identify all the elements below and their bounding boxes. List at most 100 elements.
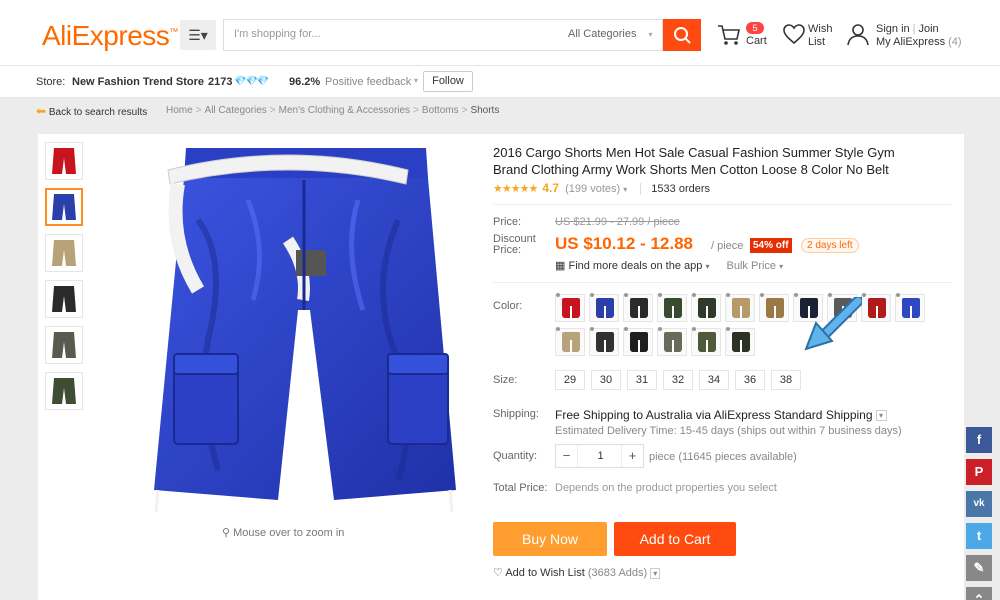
thumbnail-list xyxy=(45,142,83,418)
find-deals-link[interactable]: Find more deals on the app xyxy=(568,260,702,272)
wish-label-2: List xyxy=(808,36,826,48)
orders-count: 1533 orders xyxy=(640,183,711,195)
product-thumbnail[interactable] xyxy=(45,142,83,180)
bulk-price-link[interactable]: Bulk Price ▾ xyxy=(727,260,784,272)
join-link[interactable]: Join xyxy=(919,23,939,35)
color-swatch[interactable] xyxy=(555,327,585,356)
size-label: Size: xyxy=(493,374,518,386)
category-select[interactable]: All Categories ▾ xyxy=(568,28,653,40)
stock-note: piece (11645 pieces available) xyxy=(649,451,797,463)
pinterest-share-icon[interactable]: P xyxy=(966,459,992,485)
chevron-down-icon: ▾ xyxy=(648,30,653,39)
vk-share-icon[interactable]: vk xyxy=(966,491,992,517)
feedback-label: Positive feedback xyxy=(325,76,412,88)
back-to-top-icon[interactable]: ⌃ xyxy=(966,587,992,600)
product-thumbnail[interactable] xyxy=(45,234,83,272)
color-swatch[interactable] xyxy=(691,327,721,356)
follow-button[interactable]: Follow xyxy=(423,71,473,92)
color-swatch[interactable] xyxy=(623,327,653,356)
size-option[interactable]: 38 xyxy=(771,370,801,390)
search-button[interactable] xyxy=(663,19,701,51)
shorts-thumbnail-image xyxy=(52,148,76,174)
shorts-thumbnail-image xyxy=(52,378,76,404)
votes-link[interactable]: (199 votes) ▾ xyxy=(565,183,627,195)
color-swatch[interactable] xyxy=(691,293,721,322)
crumb-shorts[interactable]: Shorts xyxy=(470,105,499,116)
social-share-bar: f P vk t ✎ ⌃ xyxy=(966,427,992,600)
cart-link[interactable]: 5 Cart xyxy=(716,22,776,52)
facebook-share-icon[interactable]: f xyxy=(966,427,992,453)
color-swatch[interactable] xyxy=(555,293,585,322)
heart-icon xyxy=(783,24,805,45)
size-options: 29 30 31 32 34 36 38 xyxy=(555,370,807,390)
shorts-thumbnail-image xyxy=(52,286,76,312)
feedback-percent: 96.2% xyxy=(289,76,321,88)
wish-list-link[interactable]: Wish List xyxy=(782,22,842,52)
size-option[interactable]: 34 xyxy=(699,370,729,390)
size-option[interactable]: 29 xyxy=(555,370,585,390)
total-price-note: Depends on the product properties you se… xyxy=(555,482,777,494)
add-to-cart-button[interactable]: Add to Cart xyxy=(614,522,736,556)
chevron-down-icon: ▾ xyxy=(705,262,710,271)
store-bar: Store: New Fashion Trend Store 2173 💎💎💎 … xyxy=(0,66,1000,98)
chevron-down-icon[interactable]: ▾ xyxy=(414,76,418,85)
breadcrumb: ⬅ Back to search results Home > All Catego… xyxy=(0,98,1000,124)
size-option[interactable]: 31 xyxy=(627,370,657,390)
feedback-edit-icon[interactable]: ✎ xyxy=(966,555,992,581)
color-swatch[interactable] xyxy=(725,327,755,356)
store-name[interactable]: New Fashion Trend Store xyxy=(72,76,204,88)
color-swatch[interactable] xyxy=(623,293,653,322)
back-to-search-link[interactable]: ⬅ Back to search results xyxy=(36,104,147,118)
store-label: Store: xyxy=(36,76,66,88)
add-to-wish-list-link[interactable]: ♡ Add to Wish List (3683 Adds) ▾ xyxy=(493,566,661,579)
product-thumbnail[interactable] xyxy=(45,188,83,226)
original-price: US $21.99 - 27.99 / piece xyxy=(555,216,680,228)
crumb-home[interactable]: Home xyxy=(166,105,193,116)
chevron-down-icon[interactable]: ▾ xyxy=(875,410,887,422)
color-swatch[interactable] xyxy=(657,293,687,322)
color-swatch[interactable] xyxy=(657,327,687,356)
discount-badge: 54% off xyxy=(750,238,792,253)
my-aliexpress-link[interactable]: My AliExpress xyxy=(876,36,945,48)
aliexpress-logo[interactable]: AliExpress™ xyxy=(42,20,178,52)
category-menu-button[interactable]: ☰▾ xyxy=(180,20,216,50)
my-aliexpress-count: (4) xyxy=(948,36,962,48)
product-thumbnail[interactable] xyxy=(45,326,83,364)
sign-in-link[interactable]: Sign in xyxy=(876,23,910,35)
buy-now-button[interactable]: Buy Now xyxy=(493,522,607,556)
star-rating-icons: ★★★★★ xyxy=(493,183,538,195)
color-swatches xyxy=(555,293,945,362)
deals-row: ▦ Find more deals on the app ▾ Bulk Pric… xyxy=(555,259,783,272)
product-title: 2016 Cargo Shorts Men Hot Sale Casual Fa… xyxy=(493,145,895,177)
color-swatch[interactable] xyxy=(861,293,891,322)
twitter-share-icon[interactable]: t xyxy=(966,523,992,549)
shorts-thumbnail-image xyxy=(52,194,76,220)
search-input[interactable] xyxy=(234,28,534,40)
crumb-bottoms[interactable]: Bottoms xyxy=(422,105,459,116)
annotation-arrow-icon xyxy=(804,297,862,351)
product-thumbnail[interactable] xyxy=(45,280,83,318)
color-swatch[interactable] xyxy=(895,293,925,322)
color-swatch[interactable] xyxy=(589,327,619,356)
size-option[interactable]: 36 xyxy=(735,370,765,390)
quantity-decrease-button[interactable]: − xyxy=(556,445,578,467)
product-main-image[interactable] xyxy=(138,140,478,520)
quantity-input[interactable]: 1 xyxy=(578,450,623,462)
color-swatch[interactable] xyxy=(589,293,619,322)
account-menu[interactable]: Sign in | Join My AliExpress (4) xyxy=(846,22,976,52)
product-thumbnail[interactable] xyxy=(45,372,83,410)
size-option[interactable]: 32 xyxy=(663,370,693,390)
hamburger-icon: ☰▾ xyxy=(188,26,208,43)
crumb-all-categories[interactable]: All Categories xyxy=(205,105,267,116)
cart-count-badge: 5 xyxy=(746,22,764,34)
total-price-label: Total Price: xyxy=(493,482,548,494)
delivery-estimate: Estimated Delivery Time: 15-45 days (shi… xyxy=(555,425,902,437)
color-swatch[interactable] xyxy=(725,293,755,322)
quantity-increase-button[interactable]: + xyxy=(621,445,643,467)
chevron-down-icon[interactable]: ▾ xyxy=(650,568,661,579)
crumb-mens-clothing[interactable]: Men's Clothing & Accessories xyxy=(279,105,410,116)
color-swatch[interactable] xyxy=(759,293,789,322)
size-option[interactable]: 30 xyxy=(591,370,621,390)
shipping-info[interactable]: Free Shipping to Australia via AliExpres… xyxy=(555,408,887,422)
discount-price-label: Discount Price: xyxy=(493,233,536,256)
